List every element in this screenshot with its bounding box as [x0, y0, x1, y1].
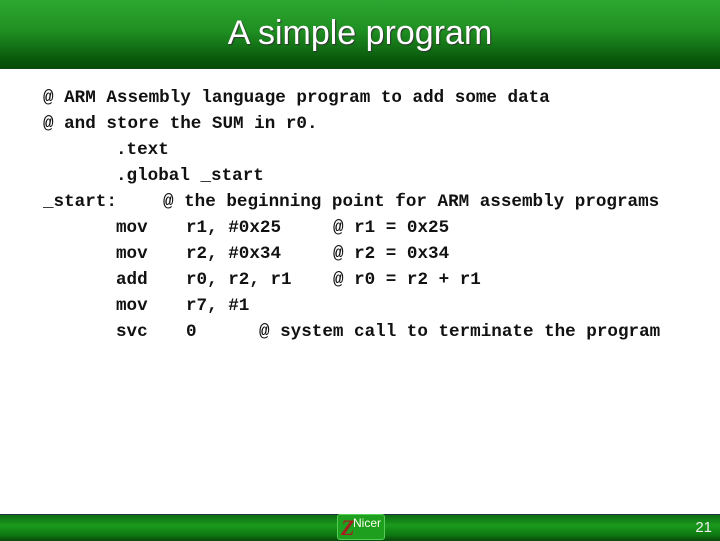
code-operands: r1, #0x25	[186, 218, 282, 238]
code-comment: @ and store the SUM in r0.	[43, 114, 318, 134]
logo: Z Nicer	[337, 514, 385, 540]
code-opcode: mov	[116, 244, 148, 264]
code-opcode: mov	[116, 218, 148, 238]
code-comment: @ system call to terminate the program	[259, 322, 661, 342]
code-comment: @ the beginning point for ARM assembly p…	[163, 192, 660, 212]
slide-title: A simple program	[227, 14, 493, 52]
page-number: 21	[695, 519, 712, 536]
code-opcode: svc	[116, 322, 148, 342]
code-operands: r2, #0x34	[186, 244, 282, 264]
code-directive: .global _start	[116, 166, 264, 186]
code-comment: @ ARM Assembly language program to add s…	[43, 88, 550, 108]
code-operands: r7, #1	[186, 296, 250, 316]
code-label: _start:	[43, 192, 117, 212]
code-operands: r0, r2, r1	[186, 270, 292, 290]
code-comment: @ r2 = 0x34	[333, 244, 450, 264]
code-operands: 0	[186, 322, 197, 342]
logo-text: Nicer	[353, 516, 382, 530]
slide-header: A simple program	[0, 0, 720, 69]
code-comment: @ r0 = r2 + r1	[333, 270, 481, 290]
code-opcode: mov	[116, 296, 148, 316]
code-comment: @ r1 = 0x25	[333, 218, 450, 238]
code-opcode: add	[116, 270, 148, 290]
code-directive: .text	[116, 140, 169, 160]
